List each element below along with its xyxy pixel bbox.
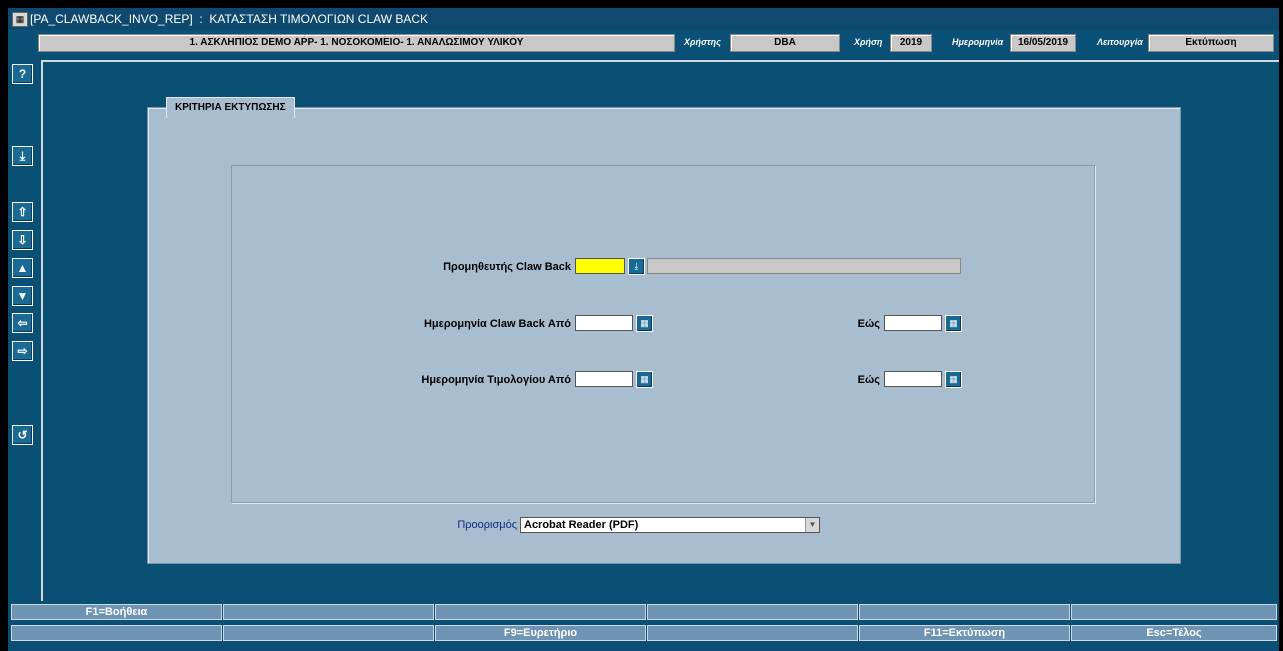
- first-record-icon[interactable]: ⇧: [12, 202, 33, 222]
- undo-icon[interactable]: ↺: [12, 425, 33, 445]
- destination-select[interactable]: Acrobat Reader (PDF) ▼: [520, 517, 820, 533]
- user-field: DBA: [730, 34, 840, 52]
- list-of-values-icon[interactable]: ⤓: [12, 146, 33, 166]
- invoice-date-from-input[interactable]: [575, 371, 633, 387]
- fkey-f1-help[interactable]: F1=Βοήθεια: [11, 604, 222, 620]
- fkey-slot[interactable]: [223, 625, 434, 641]
- previous-field-icon[interactable]: ⇦: [12, 313, 33, 333]
- chevron-down-icon[interactable]: ▼: [805, 518, 819, 532]
- invoice-date-to-input[interactable]: [884, 371, 942, 387]
- supplier-code-input[interactable]: [575, 258, 625, 274]
- clawback-date-from-input[interactable]: [575, 315, 633, 331]
- fkey-esc-exit[interactable]: Esc=Τέλος: [1071, 625, 1277, 641]
- fkey-f9-lookup[interactable]: F9=Ευρετήριο: [435, 625, 646, 641]
- destination-value: Acrobat Reader (PDF): [524, 519, 639, 531]
- fkey-f11-print[interactable]: F11=Εκτύπωση: [859, 625, 1070, 641]
- year-label: Χρήση: [854, 37, 883, 47]
- fkey-slot[interactable]: [223, 604, 434, 620]
- form-window: ▦ [PA_CLAWBACK_INVO_REP] : ΚΑΤΑΣΤΑΣΗ ΤΙΜ…: [8, 8, 1279, 651]
- help-icon[interactable]: ?: [12, 64, 33, 84]
- fkey-slot[interactable]: [1071, 604, 1277, 620]
- criteria-frame: [231, 165, 1095, 503]
- clawback-date-from-label: Ημερομηνία Claw Back Από: [423, 318, 571, 330]
- context-bar: 1. ΑΣΚΛΗΠΙΟΣ DEMO APP- 1. ΝΟΣΟΚΟΜΕΙΟ- 1.…: [8, 30, 1279, 56]
- calendar-icon[interactable]: ▦: [636, 371, 653, 388]
- title-bar: ▦ [PA_CLAWBACK_INVO_REP] : ΚΑΤΑΣΤΑΣΗ ΤΙΜ…: [8, 8, 1279, 30]
- context-field: 1. ΑΣΚΛΗΠΙΟΣ DEMO APP- 1. ΝΟΣΟΚΟΜΕΙΟ- 1.…: [38, 34, 675, 52]
- mode-field: Εκτύπωση: [1148, 34, 1274, 52]
- destination-label: Προορισμός: [457, 519, 517, 531]
- supplier-lov-icon[interactable]: ⤓: [628, 258, 645, 275]
- last-record-icon[interactable]: ⇩: [12, 230, 33, 250]
- clawback-date-to-label: Εώς: [857, 318, 880, 330]
- year-field: 2019: [890, 34, 932, 52]
- fkey-slot[interactable]: [859, 604, 1070, 620]
- fkey-slot[interactable]: [647, 604, 858, 620]
- app-icon: ▦: [12, 12, 28, 27]
- fkey-slot[interactable]: [435, 604, 646, 620]
- fkey-slot[interactable]: [11, 625, 222, 641]
- date-field: 16/05/2019: [1010, 34, 1076, 52]
- mode-label: Λειτουργία: [1097, 37, 1143, 47]
- invoice-date-from-label: Ημερομηνία Τιμολογίου Από: [421, 374, 571, 386]
- calendar-icon[interactable]: ▦: [636, 315, 653, 332]
- previous-record-icon[interactable]: ▲: [12, 258, 33, 278]
- fkey-slot[interactable]: [647, 625, 858, 641]
- next-record-icon[interactable]: ▼: [12, 286, 33, 306]
- supplier-label: Προμηθευτής Claw Back: [443, 261, 571, 273]
- supplier-name-field: [647, 258, 961, 274]
- invoice-date-to-label: Εώς: [857, 374, 880, 386]
- next-field-icon[interactable]: ⇨: [12, 341, 33, 361]
- clawback-date-to-input[interactable]: [884, 315, 942, 331]
- window-title: [PA_CLAWBACK_INVO_REP] : ΚΑΤΑΣΤΑΣΗ ΤΙΜΟΛ…: [30, 12, 429, 26]
- date-label: Ημερομηνία: [952, 37, 1004, 47]
- calendar-icon[interactable]: ▦: [945, 371, 962, 388]
- user-label: Χρήστης: [684, 37, 721, 47]
- criteria-tab: ΚΡΙΤΗΡΙΑ ΕΚΤΥΠΩΣΗΣ: [166, 97, 295, 118]
- calendar-icon[interactable]: ▦: [945, 315, 962, 332]
